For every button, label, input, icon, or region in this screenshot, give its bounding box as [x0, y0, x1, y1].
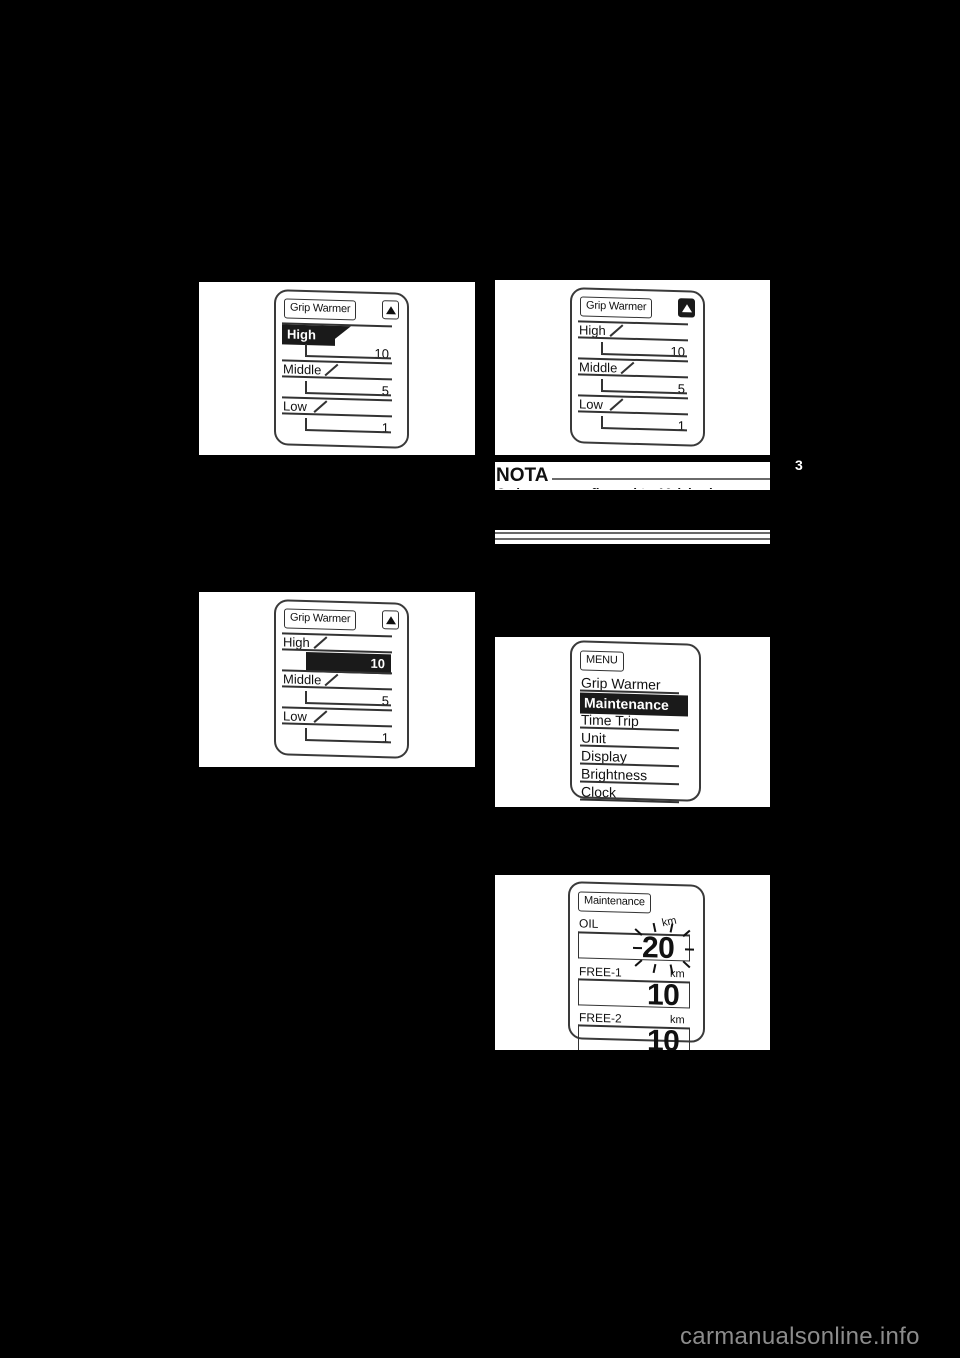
lcd-screen: MENU Grip Warmer Maintenance Time Trip U… [570, 640, 701, 803]
row-label-low[interactable]: Low [283, 708, 307, 724]
row3-slash [609, 398, 624, 411]
row3-slash [313, 400, 328, 413]
menu-rule-6 [580, 798, 679, 803]
nota-footer-rule-1 [495, 532, 770, 534]
row-value-tick [305, 343, 307, 356]
menu-item-unit[interactable]: Unit [581, 729, 606, 746]
figure-maintenance: Maintenance OIL km 20 FREE-1 km 10 FREE-… [495, 875, 770, 1050]
nota-title: NOTA [496, 465, 549, 486]
footer-watermark: carmanualsonline.info [680, 1323, 920, 1350]
row1-slash [609, 324, 624, 337]
screen-title-chip: MENU [580, 650, 624, 672]
row2-slash [324, 363, 339, 376]
row1-slash [313, 636, 328, 649]
row-label-middle[interactable]: Middle [283, 671, 321, 687]
maint-label-oil: OIL [579, 916, 599, 931]
row2-slash [324, 673, 339, 686]
nota-heading-rule [552, 478, 770, 480]
row-label-middle[interactable]: Middle [579, 359, 617, 375]
row-label-high[interactable]: High [282, 324, 335, 346]
maint-value-oil[interactable]: 20 [642, 931, 674, 965]
lcd-screen: Grip Warmer High 10 Middle 5 Low 1 [274, 599, 409, 759]
manual-page: { "page": { "number": "3", "footer_water… [0, 0, 960, 1358]
nota-block: NOTA Order now configured to 10 (el prim… [495, 462, 770, 544]
lcd-screen: Maintenance OIL km 20 FREE-1 km 10 FREE-… [568, 881, 705, 1050]
row3-value-tick [305, 727, 307, 740]
blink-ray [633, 946, 642, 950]
maint-value-free1[interactable]: 10 [647, 978, 679, 1012]
row3-value-tick [305, 417, 307, 430]
row-label-high[interactable]: High [579, 322, 606, 338]
maint-value-free2[interactable]: 10 [647, 1024, 679, 1050]
menu-item-clock[interactable]: Clock [581, 783, 616, 800]
row-label-high[interactable]: High [283, 634, 310, 650]
row3-slash [313, 710, 328, 723]
row3-label-rule [578, 410, 688, 416]
figure-grip-warmer-high-selected: Grip Warmer High 10 Middle 5 Low 1 [199, 282, 475, 455]
row2-label-rule [578, 373, 688, 379]
figure-menu: MENU Grip Warmer Maintenance Time Trip U… [495, 637, 770, 807]
figure-grip-warmer-arrow-filled: Grip Warmer High 10 Middle 5 Low 1 [495, 280, 770, 455]
screen-title-chip: Grip Warmer [580, 296, 653, 319]
screen-title-chip: Maintenance [578, 891, 651, 914]
maint-label-free1: FREE-1 [579, 964, 622, 980]
row2-label-rule [282, 375, 392, 381]
row2-value-tick [305, 690, 307, 703]
row-label-low[interactable]: Low [283, 398, 307, 414]
blink-ray [652, 963, 657, 974]
row-value-tick [601, 341, 603, 354]
triangle-up-icon[interactable] [678, 298, 695, 318]
row-label-middle[interactable]: Middle [283, 361, 321, 377]
row2-value-tick [601, 378, 603, 391]
maint-unit-oil: km [660, 914, 678, 930]
row-label-low[interactable]: Low [579, 396, 603, 412]
screen-title-chip: Grip Warmer [284, 608, 357, 631]
nota-footer-rule-2 [495, 538, 770, 540]
triangle-up-icon[interactable] [382, 300, 399, 320]
row3-value-tick [601, 415, 603, 428]
page-number: 3 [795, 457, 803, 473]
menu-item-display[interactable]: Display [581, 747, 627, 764]
row3-label-rule [282, 722, 392, 728]
blink-ray [682, 960, 691, 969]
selection-wedge [335, 325, 351, 340]
row1-label-rule [578, 336, 688, 342]
lcd-screen: Grip Warmer High 10 Middle 5 Low 1 [274, 289, 409, 449]
figure-grip-warmer-value-selected: Grip Warmer High 10 Middle 5 Low 1 [199, 592, 475, 767]
blink-ray [685, 948, 694, 951]
row2-value-tick [305, 380, 307, 393]
row2-label-rule [282, 685, 392, 691]
lcd-screen: Grip Warmer High 10 Middle 5 Low 1 [570, 287, 705, 447]
nota-body-text: Order now configured to 10 (el primer [496, 486, 738, 501]
screen-title-chip: Grip Warmer [284, 298, 357, 321]
triangle-up-icon[interactable] [382, 610, 399, 630]
row2-slash [620, 361, 635, 374]
row3-label-rule [282, 412, 392, 418]
maint-label-free2: FREE-2 [579, 1010, 622, 1026]
